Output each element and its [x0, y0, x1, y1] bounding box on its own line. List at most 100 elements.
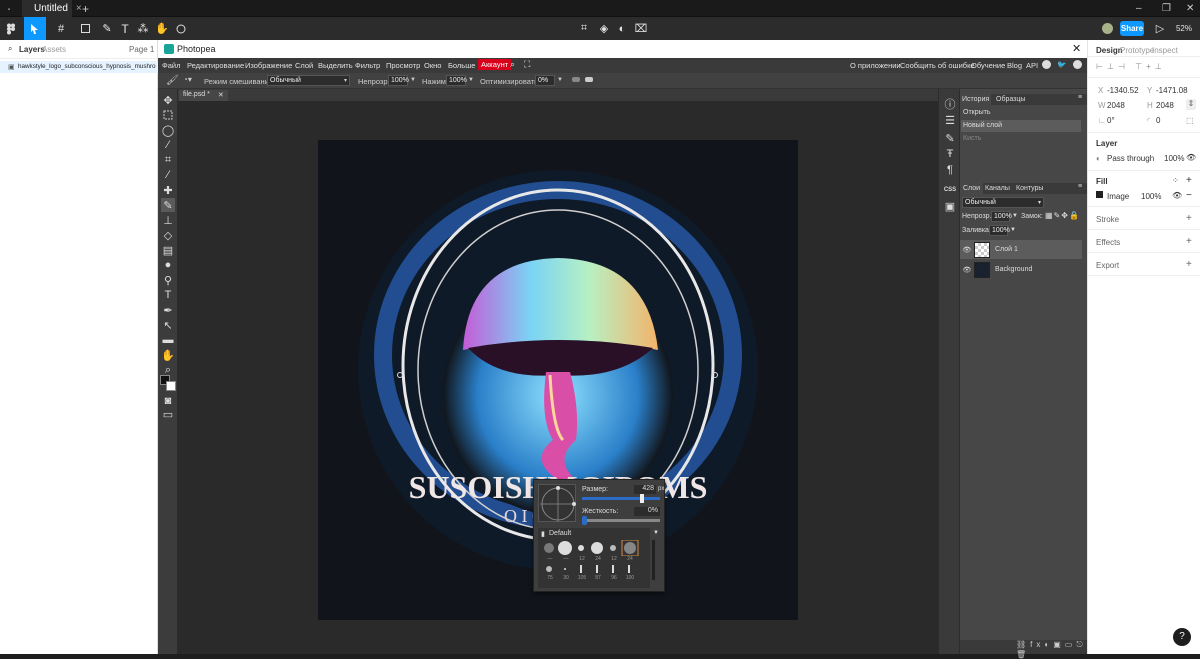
fill-slider-icon[interactable]: ▼ — [1010, 227, 1016, 233]
fill-input[interactable]: 100% — [989, 225, 1010, 236]
components-icon[interactable]: ⁂ — [136, 17, 150, 40]
hardness-input[interactable]: 0% — [634, 507, 660, 516]
size-slider-thumb[interactable] — [640, 494, 644, 503]
preset-size[interactable]: 24 — [622, 556, 638, 562]
opacity-slider-icon[interactable]: ▼ — [410, 77, 416, 83]
eyedropper-icon[interactable]: ⁄ — [161, 168, 175, 182]
css-panel-button[interactable]: CSS — [943, 183, 957, 197]
present-icon[interactable]: ▷ — [1153, 17, 1167, 40]
tab-channels[interactable]: Каналы — [985, 185, 1010, 192]
path-select-icon[interactable]: ↖ — [161, 318, 175, 332]
shape-tool-icon[interactable]: ▬ — [161, 333, 175, 347]
menu-file[interactable]: Файл — [162, 61, 180, 70]
image-panel-icon[interactable]: ▣ — [943, 199, 957, 213]
tab-design[interactable]: Design — [1096, 46, 1123, 55]
paragraph-icon[interactable]: ¶ — [943, 163, 957, 177]
preset-size[interactable]: 87 — [590, 575, 606, 581]
pen-tool-icon[interactable]: ✎ — [96, 17, 118, 40]
add-export-icon[interactable]: + — [1186, 259, 1192, 270]
pressure-input[interactable]: 100% — [446, 75, 467, 86]
reddit-icon[interactable] — [1042, 60, 1051, 69]
avatar[interactable] — [1100, 17, 1114, 40]
tab-layers[interactable]: Layers — [19, 45, 45, 54]
layer-row[interactable]: 👁 Слой 1 — [960, 240, 1082, 259]
move-tool-icon[interactable]: ✥ — [161, 93, 175, 107]
menu-more[interactable]: Больше — [448, 61, 475, 70]
component-icon[interactable]: ◈ — [597, 17, 611, 40]
hand-tool-icon[interactable]: ✋ — [161, 348, 175, 362]
minimize-icon[interactable]: – — [1128, 0, 1150, 17]
tab-assets[interactable]: Assets — [42, 45, 66, 54]
preset-size[interactable]: 100 — [622, 575, 638, 581]
search-icon[interactable]: ⌕ — [8, 44, 12, 54]
layer-opacity-field[interactable]: 100% — [1164, 154, 1184, 163]
layer-opacity-input[interactable]: 100% — [991, 211, 1012, 222]
comment-tool-icon[interactable] — [174, 17, 188, 40]
properties-icon[interactable]: ☰ — [943, 113, 957, 127]
panel-menu-icon[interactable]: ≡ — [1078, 94, 1082, 101]
tab-paths[interactable]: Контуры — [1016, 185, 1043, 192]
preset-size[interactable]: 105 — [574, 575, 590, 581]
search-icon[interactable]: ⌕ — [510, 59, 515, 70]
page-select[interactable]: Page 1 — [129, 45, 154, 54]
dodge-tool-icon[interactable]: ⚲ — [161, 273, 175, 287]
constrain-proportions-icon[interactable]: ⇕ — [1186, 99, 1196, 110]
marquee-tool-icon[interactable] — [161, 108, 175, 122]
eye-icon[interactable]: 👁 — [960, 266, 974, 274]
background-color[interactable] — [166, 381, 176, 391]
account-button[interactable]: Аккаунт — [478, 59, 512, 70]
preset-size[interactable]: 96 — [606, 575, 622, 581]
opacity-input[interactable]: 100% — [388, 75, 409, 86]
optimize-slider-icon[interactable]: ▼ — [557, 77, 563, 83]
preset-size[interactable]: — — [542, 556, 558, 562]
stamp-tool-icon[interactable]: ⊥ — [161, 213, 175, 227]
brush-panel-icon[interactable]: ✎ — [943, 131, 957, 145]
pressure-slider-icon[interactable]: ▼ — [468, 77, 474, 83]
doc-tab[interactable]: file.psd * ✕ — [179, 90, 228, 101]
size-slider[interactable] — [582, 497, 660, 500]
preset-size[interactable]: 12 — [606, 556, 622, 562]
size-input[interactable]: 428 — [634, 485, 656, 494]
x-field[interactable]: -1340.52 — [1107, 86, 1139, 95]
layers-footer-icons[interactable]: ⛓fx◐▣▭⎋🗑 — [960, 640, 1087, 659]
blend-mode-select[interactable]: Обычный — [267, 75, 350, 86]
preset-size[interactable]: 30 — [558, 575, 574, 581]
hand-tool-icon[interactable]: ✋ — [155, 17, 169, 40]
link-api[interactable]: API — [1026, 61, 1038, 70]
info-icon[interactable]: ⓘ — [943, 97, 957, 111]
file-tab[interactable]: Untitled × — [22, 0, 82, 17]
eraser-tool-icon[interactable]: ◇ — [161, 228, 175, 242]
menu-window[interactable]: Окно — [424, 61, 441, 70]
character-icon[interactable]: Ŧ — [943, 147, 957, 161]
frame-tool-icon[interactable]: # — [50, 17, 72, 40]
w-field[interactable]: 2048 — [1107, 101, 1125, 110]
preset-size[interactable]: 24 — [590, 556, 606, 562]
preset-size[interactable]: — — [558, 556, 574, 562]
history-item[interactable]: Кисть — [961, 133, 1081, 145]
quick-mask-icon[interactable]: ◙ — [161, 394, 175, 408]
opacity-slider-icon[interactable]: ▼ — [1012, 213, 1018, 219]
type-tool-icon[interactable]: T — [161, 288, 175, 302]
brush-tool-icon[interactable]: 🖌 — [166, 75, 179, 86]
tab-prototype[interactable]: Prototype — [1120, 46, 1154, 55]
brush-tool-icon[interactable]: ✎ — [161, 198, 175, 212]
move-tool-icon[interactable] — [24, 17, 46, 40]
twitter-icon[interactable]: 🐦 — [1057, 60, 1066, 69]
link-blog[interactable]: Blog — [1007, 61, 1022, 70]
presets-scrollbar[interactable] — [652, 540, 655, 580]
maximize-icon[interactable]: ❐ — [1154, 0, 1179, 17]
hardness-slider-thumb[interactable] — [582, 516, 587, 525]
share-button[interactable]: Share — [1120, 21, 1144, 36]
presets-menu-icon[interactable]: ▼ — [653, 530, 659, 536]
crop-image-icon[interactable]: ⌧ — [634, 17, 648, 40]
facebook-icon[interactable] — [1073, 60, 1082, 69]
optimize-input[interactable]: 0% — [535, 75, 555, 86]
brush-angle-preview[interactable] — [538, 484, 576, 522]
link-about[interactable]: О приложении — [850, 61, 901, 70]
history-item[interactable]: Новый слой — [961, 120, 1081, 132]
preset-size[interactable]: 75 — [542, 575, 558, 581]
new-tab-icon[interactable]: + — [74, 0, 97, 17]
blend-select[interactable]: Pass through — [1107, 154, 1154, 163]
layer-row[interactable]: 👁 Background — [960, 260, 1082, 279]
menu-image[interactable]: Изображение — [245, 61, 292, 70]
